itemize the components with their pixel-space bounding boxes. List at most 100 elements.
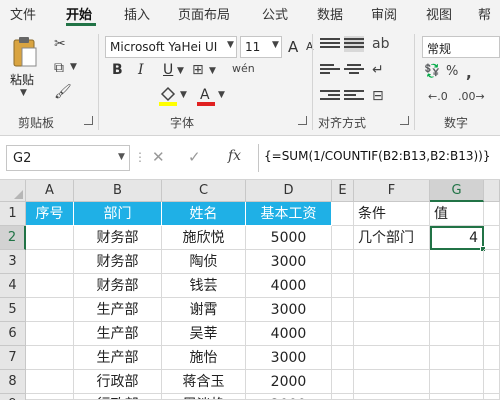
- value-label-cell[interactable]: 值: [430, 202, 484, 226]
- cancel-icon[interactable]: ✕: [152, 148, 165, 166]
- grid-cell[interactable]: 生产部: [74, 298, 162, 322]
- grid-cell[interactable]: [26, 274, 74, 298]
- grid-cell[interactable]: [430, 394, 484, 400]
- merge-center-icon[interactable]: ⊟: [372, 88, 384, 104]
- underline-dropdown-icon[interactable]: ▼: [177, 66, 184, 76]
- borders-icon[interactable]: ⊞: [192, 62, 204, 78]
- insert-function-button[interactable]: fx: [228, 148, 241, 164]
- grid-cell[interactable]: [484, 394, 500, 400]
- grid-cell[interactable]: [430, 346, 484, 370]
- grid-cell[interactable]: [430, 274, 484, 298]
- grid-cell[interactable]: [26, 394, 74, 400]
- row-header-9[interactable]: 9: [0, 394, 26, 400]
- grid-cell[interactable]: [484, 226, 500, 250]
- borders-dropdown-icon[interactable]: ▼: [209, 66, 216, 76]
- grid-cell[interactable]: [354, 394, 430, 400]
- copy-dropdown-icon[interactable]: ▼: [70, 62, 77, 72]
- grid-cell[interactable]: [26, 346, 74, 370]
- grid-cell[interactable]: 行政部: [74, 394, 162, 400]
- grid-cell[interactable]: [332, 298, 354, 322]
- underline-button[interactable]: U: [163, 62, 173, 78]
- row-header-6[interactable]: 6: [0, 322, 26, 346]
- grid-cell[interactable]: [354, 370, 430, 394]
- font-size-dropdown-icon[interactable]: ▼: [272, 40, 279, 50]
- active-cell-g2[interactable]: 4: [430, 226, 484, 250]
- row-header-8[interactable]: 8: [0, 370, 26, 394]
- tab-formulas[interactable]: 公式: [262, 4, 288, 23]
- row-header-4[interactable]: 4: [0, 274, 26, 298]
- alignment-launcher-icon[interactable]: [400, 116, 409, 125]
- row-header-1[interactable]: 1: [0, 202, 26, 226]
- font-color-dropdown-icon[interactable]: ▼: [218, 90, 225, 100]
- grid-cell[interactable]: [26, 298, 74, 322]
- tab-page-layout[interactable]: 页面布局: [178, 4, 230, 23]
- grid-cell[interactable]: [332, 226, 354, 250]
- bold-button[interactable]: B: [112, 62, 123, 78]
- grid-cell[interactable]: 4000: [246, 274, 332, 298]
- tab-home[interactable]: 开始: [66, 4, 92, 23]
- tab-data[interactable]: 数据: [317, 4, 343, 23]
- paste-icon[interactable]: [12, 36, 38, 68]
- department-count-label-cell[interactable]: 几个部门: [354, 226, 430, 250]
- grid-cell[interactable]: 吴莘: [162, 322, 246, 346]
- row-header-7[interactable]: 7: [0, 346, 26, 370]
- phonetic-icon[interactable]: wén: [232, 62, 255, 75]
- grid-cell[interactable]: 3000: [246, 346, 332, 370]
- grid-cell[interactable]: [332, 370, 354, 394]
- grid-cell[interactable]: 2000: [246, 370, 332, 394]
- tab-file[interactable]: 文件: [10, 4, 36, 23]
- table-header-cell[interactable]: 姓名: [162, 202, 246, 226]
- font-launcher-icon[interactable]: [298, 116, 307, 125]
- grid-cell[interactable]: [354, 250, 430, 274]
- name-box-dropdown-icon[interactable]: ▼: [118, 152, 125, 162]
- grid-cell[interactable]: [354, 346, 430, 370]
- grid-cell[interactable]: [484, 322, 500, 346]
- italic-button[interactable]: I: [138, 62, 144, 78]
- grid-cell[interactable]: [430, 322, 484, 346]
- select-all-button[interactable]: [0, 180, 26, 202]
- grid-cell[interactable]: 施怡: [162, 346, 246, 370]
- column-header-e[interactable]: E: [332, 180, 354, 202]
- grid-cell[interactable]: [484, 274, 500, 298]
- table-header-cell[interactable]: 序号: [26, 202, 74, 226]
- column-header-b[interactable]: B: [74, 180, 162, 202]
- grid-cell[interactable]: [354, 322, 430, 346]
- grid-cell[interactable]: 3000: [246, 250, 332, 274]
- grid-cell[interactable]: 3000: [246, 298, 332, 322]
- grid-cell[interactable]: 财务部: [74, 274, 162, 298]
- tab-review[interactable]: 审阅: [371, 4, 397, 23]
- enter-icon[interactable]: ✓: [188, 148, 201, 166]
- accounting-format-icon[interactable]: 💱: [424, 64, 440, 79]
- row-header-2[interactable]: 2: [0, 226, 26, 250]
- grid-cell[interactable]: [332, 202, 354, 226]
- row-header-5[interactable]: 5: [0, 298, 26, 322]
- column-header-f[interactable]: F: [354, 180, 430, 202]
- tab-view[interactable]: 视图: [426, 4, 452, 23]
- grid-cell[interactable]: [484, 370, 500, 394]
- middle-align-icon[interactable]: [344, 36, 364, 52]
- grid-cell[interactable]: [332, 346, 354, 370]
- number-format-box[interactable]: 常规: [422, 36, 500, 58]
- grid-cell[interactable]: 4000: [246, 322, 332, 346]
- grid-cell[interactable]: 施欣悦: [162, 226, 246, 250]
- name-box[interactable]: G2: [6, 145, 130, 171]
- column-header-d[interactable]: D: [246, 180, 332, 202]
- center-align-icon[interactable]: [344, 62, 364, 78]
- font-name-dropdown-icon[interactable]: ▼: [227, 40, 234, 50]
- grid-cell[interactable]: [332, 274, 354, 298]
- grid-cell[interactable]: 生产部: [74, 346, 162, 370]
- column-header-c[interactable]: C: [162, 180, 246, 202]
- orientation-icon[interactable]: ab: [372, 36, 389, 52]
- comma-style-icon[interactable]: ,: [466, 64, 472, 82]
- grid-cell[interactable]: [430, 370, 484, 394]
- grid-cell[interactable]: [484, 250, 500, 274]
- grid-cell[interactable]: 生产部: [74, 322, 162, 346]
- grid-cell[interactable]: [332, 250, 354, 274]
- grid-cell[interactable]: [430, 250, 484, 274]
- column-header-g[interactable]: G: [430, 180, 484, 202]
- grid-cell[interactable]: [26, 226, 74, 250]
- increase-indent-icon[interactable]: [344, 88, 364, 104]
- grid-cell[interactable]: [430, 298, 484, 322]
- column-header-h[interactable]: [484, 180, 500, 202]
- fill-color-icon[interactable]: [158, 84, 178, 106]
